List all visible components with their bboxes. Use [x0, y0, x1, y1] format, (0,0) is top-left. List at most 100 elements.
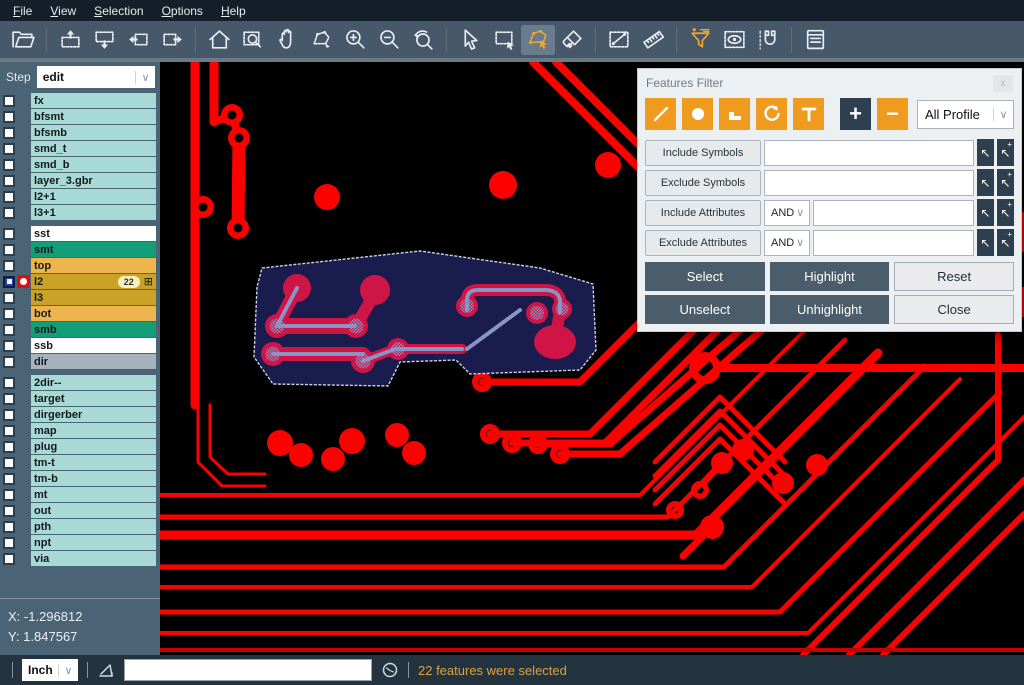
layer-visibility-checkbox[interactable] — [3, 425, 15, 437]
unselect-button[interactable]: Unselect — [645, 295, 765, 324]
snap-angle-icon[interactable] — [97, 661, 115, 679]
select-arrow-button[interactable] — [453, 25, 487, 55]
remove-filter-button[interactable]: − — [877, 98, 908, 130]
layer-visibility-checkbox[interactable] — [3, 441, 15, 453]
layer-visibility-checkbox[interactable] — [3, 505, 15, 517]
pick-add-symbol-button[interactable]: ↖+ — [997, 139, 1014, 166]
layer-form-button[interactable] — [798, 25, 832, 55]
zoom-window-button[interactable] — [236, 25, 270, 55]
layer-row-target[interactable]: target — [0, 391, 160, 406]
pick-attribute-button[interactable]: ↖ — [977, 199, 994, 226]
layer-visibility-checkbox[interactable] — [3, 521, 15, 533]
show-hide-button[interactable] — [717, 25, 751, 55]
pick-add-symbol-button[interactable]: ↖+ — [997, 169, 1014, 196]
layer-visibility-checkbox[interactable] — [3, 292, 15, 304]
layer-visibility-checkbox[interactable] — [3, 553, 15, 565]
select-button[interactable]: Select — [645, 262, 765, 291]
layer-row-dirgerber[interactable]: dirgerber — [0, 407, 160, 422]
home-view-button[interactable] — [202, 25, 236, 55]
layer-visibility-checkbox[interactable] — [3, 127, 15, 139]
zoom-polygon-button[interactable] — [304, 25, 338, 55]
add-filter-button[interactable]: + — [840, 98, 871, 130]
unhighlight-button[interactable]: Unhighlight — [770, 295, 890, 324]
layer-row-top[interactable]: top — [0, 258, 160, 273]
menu-options[interactable]: Options — [153, 2, 212, 20]
layer-visibility-checkbox[interactable] — [3, 276, 15, 288]
pick-add-attribute-button[interactable]: ↖+ — [997, 199, 1014, 226]
layer-visibility-checkbox[interactable] — [3, 260, 15, 272]
layer-row-ssb[interactable]: ssb — [0, 338, 160, 353]
layer-row-via[interactable]: via — [0, 551, 160, 566]
exclude-symbols-input[interactable] — [764, 170, 974, 196]
menu-file[interactable]: File — [4, 2, 41, 20]
layer-row-2dir--[interactable]: 2dir-- — [0, 375, 160, 390]
include-symbols-input[interactable] — [764, 140, 974, 166]
measure-button[interactable] — [602, 25, 636, 55]
features-filter-button[interactable] — [683, 25, 717, 55]
layer-visibility-checkbox[interactable] — [3, 340, 15, 352]
layer-row-smt[interactable]: smt — [0, 242, 160, 257]
text-type-button[interactable] — [793, 98, 824, 130]
layer-visibility-checkbox[interactable] — [3, 143, 15, 155]
dialog-title-bar[interactable]: Features Filter x — [638, 69, 1021, 94]
polygon-select-button[interactable] — [521, 25, 555, 55]
command-input[interactable] — [124, 659, 372, 681]
layer-row-l3[interactable]: l3 — [0, 290, 160, 305]
snap-button[interactable] — [751, 25, 785, 55]
step-select[interactable]: edit ∨ — [37, 66, 155, 88]
layer-visibility-checkbox[interactable] — [3, 409, 15, 421]
ruler-button[interactable] — [636, 25, 670, 55]
menu-view[interactable]: View — [41, 2, 85, 20]
reset-button[interactable]: Reset — [894, 262, 1014, 291]
layer-visibility-checkbox[interactable] — [3, 489, 15, 501]
shift-down-button[interactable] — [87, 25, 121, 55]
include-attributes-operator-select[interactable]: AND∨ — [764, 200, 810, 226]
dialog-close-button[interactable]: x — [993, 75, 1013, 92]
menu-help[interactable]: Help — [212, 2, 255, 20]
layer-row-dir[interactable]: dir — [0, 354, 160, 369]
layer-row-l3+1[interactable]: l3+1 — [0, 205, 160, 220]
layer-row-sst[interactable]: sst — [0, 226, 160, 241]
highlight-button[interactable]: Highlight — [770, 262, 890, 291]
pick-add-attribute-button[interactable]: ↖+ — [997, 229, 1014, 256]
pick-attribute-button[interactable]: ↖ — [977, 229, 994, 256]
layer-row-bot[interactable]: bot — [0, 306, 160, 321]
layer-visibility-checkbox[interactable] — [3, 393, 15, 405]
layer-row-l2+1[interactable]: l2+1 — [0, 189, 160, 204]
layer-visibility-checkbox[interactable] — [3, 473, 15, 485]
profile-select[interactable]: All Profile ∨ — [917, 100, 1014, 129]
layer-visibility-checkbox[interactable] — [3, 228, 15, 240]
layer-row-smb[interactable]: smb — [0, 322, 160, 337]
exclude-attributes-input[interactable] — [813, 230, 974, 256]
layer-row-out[interactable]: out — [0, 503, 160, 518]
exclude-attributes-operator-select[interactable]: AND∨ — [764, 230, 810, 256]
pad-type-button[interactable] — [682, 98, 713, 130]
shift-up-button[interactable] — [53, 25, 87, 55]
include-attributes-input[interactable] — [813, 200, 974, 226]
layer-row-l2[interactable]: l222⊞ — [0, 274, 160, 289]
paint-brush-button[interactable] — [555, 25, 589, 55]
units-select[interactable]: Inch ∨ — [22, 659, 78, 681]
layer-visibility-checkbox[interactable] — [3, 207, 15, 219]
layer-row-npt[interactable]: npt — [0, 535, 160, 550]
exclude-attributes-button[interactable]: Exclude Attributes — [645, 230, 761, 256]
layer-visibility-checkbox[interactable] — [3, 191, 15, 203]
layer-visibility-checkbox[interactable] — [3, 356, 15, 368]
zoom-in-button[interactable] — [338, 25, 372, 55]
layer-row-map[interactable]: map — [0, 423, 160, 438]
open-folder-button[interactable] — [6, 25, 40, 55]
layer-grid-icon[interactable]: ⊞ — [144, 275, 153, 288]
layer-visibility-checkbox[interactable] — [3, 111, 15, 123]
layer-visibility-checkbox[interactable] — [3, 537, 15, 549]
rect-select-button[interactable] — [487, 25, 521, 55]
layer-row-smd_t[interactable]: smd_t — [0, 141, 160, 156]
layer-row-fx[interactable]: fx — [0, 93, 160, 108]
layer-visibility-checkbox[interactable] — [3, 377, 15, 389]
layer-row-bfsmt[interactable]: bfsmt — [0, 109, 160, 124]
include-attributes-button[interactable]: Include Attributes — [645, 200, 761, 226]
surface-type-button[interactable] — [719, 98, 750, 130]
include-symbols-button[interactable]: Include Symbols — [645, 140, 761, 166]
layer-row-tm-t[interactable]: tm-t — [0, 455, 160, 470]
refresh-icon[interactable] — [381, 661, 399, 679]
shift-right-button[interactable] — [155, 25, 189, 55]
